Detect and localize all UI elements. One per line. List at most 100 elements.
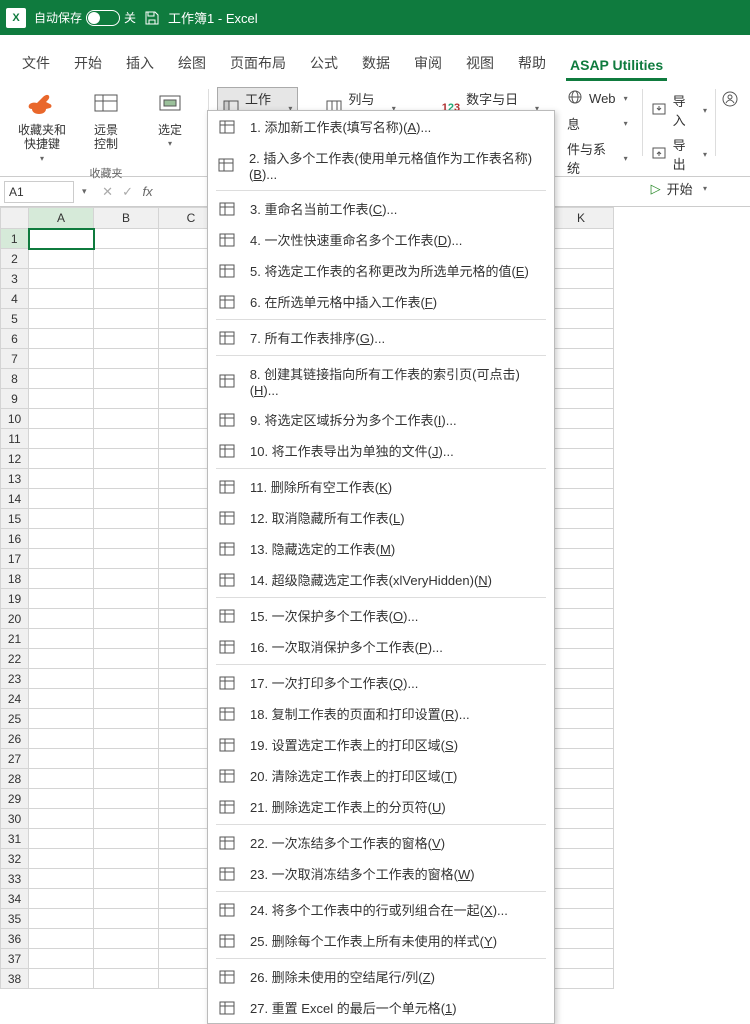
cell[interactable] <box>29 449 94 469</box>
cell[interactable] <box>94 529 159 549</box>
cell[interactable] <box>94 789 159 809</box>
cell[interactable] <box>549 309 614 329</box>
tab-帮助[interactable]: 帮助 <box>506 47 558 81</box>
menu-item[interactable]: 26. 删除未使用的空结尾行/列(Z) <box>208 961 554 992</box>
cell[interactable] <box>94 289 159 309</box>
row-header[interactable]: 36 <box>1 929 29 949</box>
cell[interactable] <box>549 609 614 629</box>
cell[interactable] <box>94 329 159 349</box>
cell[interactable] <box>549 969 614 989</box>
row-header[interactable]: 34 <box>1 889 29 909</box>
cell[interactable] <box>94 369 159 389</box>
cell[interactable] <box>94 869 159 889</box>
column-header[interactable]: B <box>94 208 159 229</box>
cell[interactable] <box>94 829 159 849</box>
row-header[interactable]: 23 <box>1 669 29 689</box>
cell[interactable] <box>29 809 94 829</box>
share-icon[interactable] <box>720 89 740 112</box>
cell[interactable] <box>549 809 614 829</box>
vision-control-button[interactable]: 远景 控制 <box>76 87 136 154</box>
row-header[interactable]: 15 <box>1 509 29 529</box>
row-header[interactable]: 19 <box>1 589 29 609</box>
cell[interactable] <box>549 869 614 889</box>
cell[interactable] <box>94 609 159 629</box>
menu-item[interactable]: 12. 取消隐藏所有工作表(L) <box>208 502 554 533</box>
cell[interactable] <box>29 909 94 929</box>
fx-icon[interactable]: fx <box>139 184 157 199</box>
row-header[interactable]: 32 <box>1 849 29 869</box>
cell[interactable] <box>29 429 94 449</box>
cell[interactable] <box>549 389 614 409</box>
tab-审阅[interactable]: 审阅 <box>402 47 454 81</box>
cell[interactable] <box>29 309 94 329</box>
row-header[interactable]: 25 <box>1 709 29 729</box>
cell[interactable] <box>29 829 94 849</box>
row-header[interactable]: 22 <box>1 649 29 669</box>
cell[interactable] <box>29 269 94 289</box>
row-header[interactable]: 28 <box>1 769 29 789</box>
cell[interactable] <box>94 349 159 369</box>
cell[interactable] <box>94 469 159 489</box>
row-header[interactable]: 13 <box>1 469 29 489</box>
cell[interactable] <box>549 409 614 429</box>
cell[interactable] <box>94 269 159 289</box>
autosave-toggle[interactable]: 自动保存 关 <box>34 9 136 26</box>
start-dropdown[interactable]: ▷ 开始 ▾ <box>645 177 713 200</box>
menu-item[interactable]: 3. 重命名当前工作表(C)... <box>208 193 554 224</box>
save-icon[interactable] <box>144 10 160 26</box>
cell[interactable] <box>29 769 94 789</box>
cell[interactable] <box>549 929 614 949</box>
cell[interactable] <box>549 889 614 909</box>
cell[interactable] <box>29 789 94 809</box>
cell[interactable] <box>29 949 94 969</box>
cell[interactable] <box>94 249 159 269</box>
menu-item[interactable]: 24. 将多个工作表中的行或列组合在一起(X)... <box>208 894 554 925</box>
cell[interactable] <box>549 569 614 589</box>
menu-item[interactable]: 17. 一次打印多个工作表(Q)... <box>208 667 554 698</box>
menu-item[interactable]: 5. 将选定工作表的名称更改为所选单元格的值(E) <box>208 255 554 286</box>
cell[interactable] <box>94 929 159 949</box>
cell[interactable] <box>29 749 94 769</box>
cell[interactable] <box>94 549 159 569</box>
menu-item[interactable]: 1. 添加新工作表(填写名称)(A)... <box>208 111 554 142</box>
cell[interactable] <box>549 849 614 869</box>
row-header[interactable]: 3 <box>1 269 29 289</box>
cell[interactable] <box>549 349 614 369</box>
row-header[interactable]: 8 <box>1 369 29 389</box>
menu-item[interactable]: 4. 一次性快速重命名多个工作表(D)... <box>208 224 554 255</box>
cell[interactable] <box>549 269 614 289</box>
row-header[interactable]: 12 <box>1 449 29 469</box>
cell[interactable] <box>94 689 159 709</box>
row-header[interactable]: 11 <box>1 429 29 449</box>
cell[interactable] <box>29 849 94 869</box>
row-header[interactable]: 17 <box>1 549 29 569</box>
row-header[interactable]: 9 <box>1 389 29 409</box>
cell[interactable] <box>29 329 94 349</box>
menu-item[interactable]: 7. 所有工作表排序(G)... <box>208 322 554 353</box>
cell[interactable] <box>549 429 614 449</box>
row-header[interactable]: 31 <box>1 829 29 849</box>
cell[interactable] <box>29 589 94 609</box>
cell[interactable] <box>29 529 94 549</box>
cell[interactable] <box>94 969 159 989</box>
row-header[interactable]: 6 <box>1 329 29 349</box>
cell[interactable] <box>94 589 159 609</box>
row-header[interactable]: 35 <box>1 909 29 929</box>
cell[interactable] <box>29 669 94 689</box>
cell[interactable] <box>29 369 94 389</box>
row-header[interactable]: 7 <box>1 349 29 369</box>
menu-item[interactable]: 11. 删除所有空工作表(K) <box>208 471 554 502</box>
cell[interactable] <box>94 649 159 669</box>
select-button[interactable]: 选定 ▾ <box>140 87 200 150</box>
cell[interactable] <box>29 469 94 489</box>
row-header[interactable]: 2 <box>1 249 29 269</box>
import-dropdown[interactable]: 导入 ▾ <box>645 89 713 131</box>
cell[interactable] <box>29 969 94 989</box>
row-header[interactable]: 4 <box>1 289 29 309</box>
cell[interactable] <box>29 549 94 569</box>
cell[interactable] <box>549 549 614 569</box>
cell[interactable] <box>29 889 94 909</box>
cell[interactable] <box>549 589 614 609</box>
cell[interactable] <box>549 329 614 349</box>
cell[interactable] <box>549 829 614 849</box>
